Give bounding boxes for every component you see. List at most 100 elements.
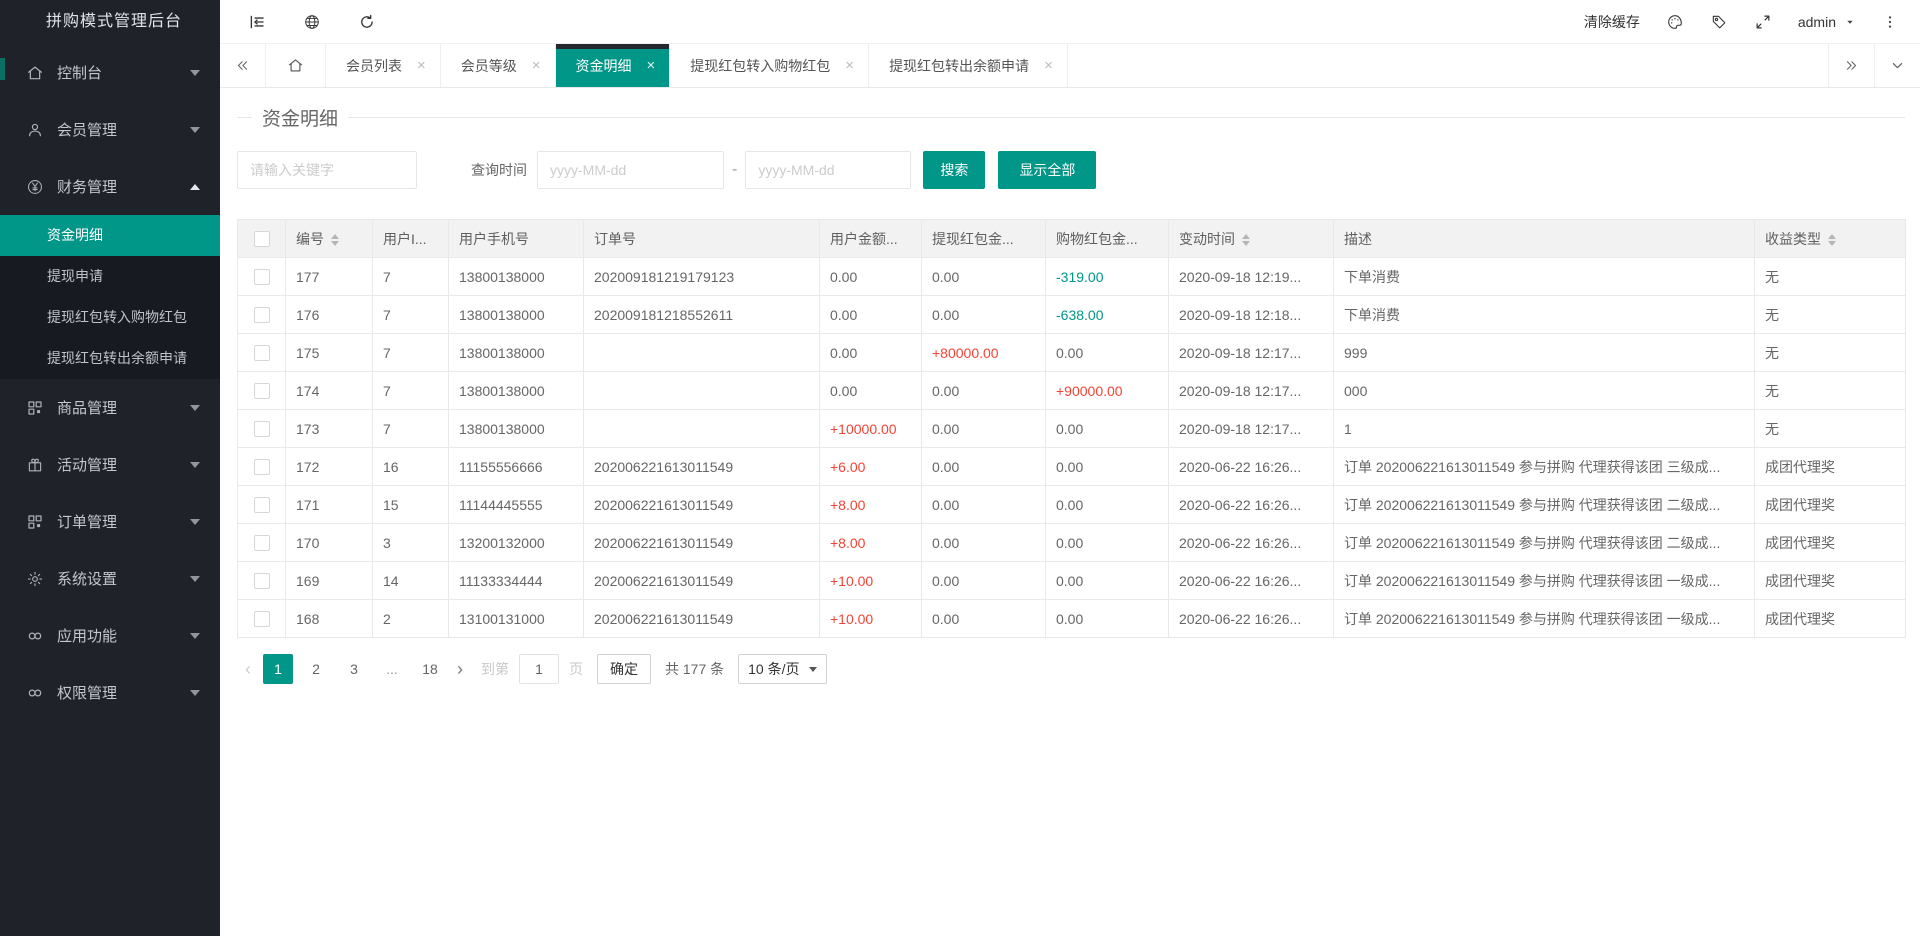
page-title-block: 资金明细	[237, 104, 1905, 130]
sidebar-item-商品管理[interactable]: 商品管理	[0, 379, 220, 436]
clear-cache-button[interactable]: 清除缓存	[1584, 12, 1640, 32]
tab-会员等级[interactable]: 会员等级×	[441, 44, 556, 87]
sort-icon[interactable]	[331, 234, 339, 246]
sidebar-subitem-资金明细[interactable]: 资金明细	[0, 215, 220, 256]
table-cell	[238, 334, 286, 372]
app-title: 拼购模式管理后台	[0, 0, 220, 44]
home-icon	[26, 64, 44, 82]
gear-icon	[26, 570, 44, 588]
page-button-2[interactable]: 2	[301, 654, 331, 684]
globe-icon[interactable]	[303, 13, 321, 31]
date-start-input[interactable]	[537, 151, 724, 189]
table-cell: 2020-06-22 16:26...	[1169, 562, 1334, 600]
chevron-down-icon	[190, 127, 200, 133]
row-checkbox[interactable]	[254, 611, 270, 627]
row-checkbox[interactable]	[254, 307, 270, 323]
table-cell: 3	[373, 524, 449, 562]
table-cell: 无	[1755, 372, 1906, 410]
close-tab-icon[interactable]: ×	[845, 57, 854, 74]
sidebar-item-控制台[interactable]: 控制台	[0, 44, 220, 101]
user-menu[interactable]: admin	[1798, 14, 1856, 30]
sort-icon[interactable]	[1242, 234, 1250, 246]
table-cell: 13800138000	[449, 334, 584, 372]
table-row: 170313200132000202006221613011549+8.000.…	[238, 524, 1906, 562]
close-tab-icon[interactable]: ×	[532, 57, 541, 74]
table-cell: 无	[1755, 258, 1906, 296]
date-end-input[interactable]	[745, 151, 911, 189]
close-tab-icon[interactable]: ×	[1044, 57, 1053, 74]
collapse-menu-icon[interactable]	[248, 13, 266, 31]
link-icon	[26, 684, 44, 702]
close-tab-icon[interactable]: ×	[647, 57, 656, 74]
tab-提现红包转出余额申请[interactable]: 提现红包转出余额申请×	[869, 44, 1068, 87]
sidebar-subitem-提现红包转出余额申请[interactable]: 提现红包转出余额申请	[0, 338, 220, 379]
tabs-menu-button[interactable]	[1874, 44, 1920, 87]
filter-bar: 查询时间 - 搜索 显示全部	[237, 151, 1905, 189]
goto-confirm-button[interactable]: 确定	[597, 654, 651, 684]
row-checkbox[interactable]	[254, 345, 270, 361]
tab-资金明细[interactable]: 资金明细×	[556, 44, 671, 87]
goto-page-input[interactable]	[519, 654, 559, 684]
close-tab-icon[interactable]: ×	[417, 57, 426, 74]
tabs-scroll-left-button[interactable]	[220, 44, 266, 87]
page-button-1[interactable]: 1	[263, 654, 293, 684]
sort-icon[interactable]	[1828, 234, 1836, 246]
sidebar-item-系统设置[interactable]: 系统设置	[0, 550, 220, 607]
tab-bar: 会员列表×会员等级×资金明细×提现红包转入购物红包×提现红包转出余额申请×	[220, 44, 1920, 88]
sidebar-subitem-提现红包转入购物红包[interactable]: 提现红包转入购物红包	[0, 297, 220, 338]
pagination: ‹ 123...18 › 到第 页 确定 共 177 条 10 条/页	[237, 654, 1905, 684]
tag-icon[interactable]	[1710, 13, 1728, 31]
table-row: 173713800138000+10000.000.000.002020-09-…	[238, 410, 1906, 448]
table-cell: 202006221613011549	[584, 524, 820, 562]
table-cell: 0.00	[820, 258, 922, 296]
palette-icon[interactable]	[1666, 13, 1684, 31]
tab-提现红包转入购物红包[interactable]: 提现红包转入购物红包 ×	[670, 44, 869, 87]
next-page-button[interactable]: ›	[449, 659, 471, 680]
table-cell: 下单消费	[1334, 258, 1755, 296]
sidebar-item-权限管理[interactable]: 权限管理	[0, 664, 220, 721]
kebab-menu-icon[interactable]	[1882, 14, 1898, 30]
sidebar-subitem-提现申请[interactable]: 提现申请	[0, 256, 220, 297]
sidebar-item-订单管理[interactable]: 订单管理	[0, 493, 220, 550]
chevron-up-icon	[190, 184, 200, 190]
chevron-down-icon	[190, 519, 200, 525]
table-cell: 0.00	[1046, 562, 1169, 600]
tabs-scroll-right-button[interactable]	[1828, 44, 1874, 87]
table-row: 168213100131000202006221613011549+10.000…	[238, 600, 1906, 638]
refresh-icon[interactable]	[358, 13, 376, 31]
table-cell: 177	[286, 258, 373, 296]
row-checkbox[interactable]	[254, 497, 270, 513]
table-cell	[238, 600, 286, 638]
tab-label: 提现红包转入购物红包	[690, 56, 830, 76]
table-cell: 15	[373, 486, 449, 524]
table-cell: 7	[373, 258, 449, 296]
sidebar-item-应用功能[interactable]: 应用功能	[0, 607, 220, 664]
sidebar-item-label: 控制台	[57, 62, 190, 83]
table-cell: 13800138000	[449, 410, 584, 448]
select-all-checkbox[interactable]	[254, 231, 270, 247]
table-cell: 13800138000	[449, 258, 584, 296]
home-tab[interactable]	[266, 44, 326, 87]
show-all-button[interactable]: 显示全部	[998, 151, 1096, 189]
prev-page-button[interactable]: ‹	[237, 659, 259, 680]
table-cell: 2020-06-22 16:26...	[1169, 600, 1334, 638]
search-button[interactable]: 搜索	[923, 151, 985, 189]
sidebar-item-财务管理[interactable]: 财务管理	[0, 158, 220, 215]
row-checkbox[interactable]	[254, 573, 270, 589]
row-checkbox[interactable]	[254, 269, 270, 285]
row-checkbox[interactable]	[254, 459, 270, 475]
sidebar-item-会员管理[interactable]: 会员管理	[0, 101, 220, 158]
page-button-3[interactable]: 3	[339, 654, 369, 684]
page-button-18[interactable]: 18	[415, 654, 445, 684]
sidebar-item-活动管理[interactable]: 活动管理	[0, 436, 220, 493]
row-checkbox[interactable]	[254, 535, 270, 551]
table-cell: +10000.00	[820, 410, 922, 448]
table-cell: 无	[1755, 334, 1906, 372]
keyword-input[interactable]	[237, 151, 417, 189]
fullscreen-icon[interactable]	[1754, 13, 1772, 31]
row-checkbox[interactable]	[254, 421, 270, 437]
row-checkbox[interactable]	[254, 383, 270, 399]
table-cell: 0.00	[922, 372, 1046, 410]
page-size-select[interactable]: 10 条/页	[738, 654, 826, 684]
tab-会员列表[interactable]: 会员列表×	[326, 44, 441, 87]
